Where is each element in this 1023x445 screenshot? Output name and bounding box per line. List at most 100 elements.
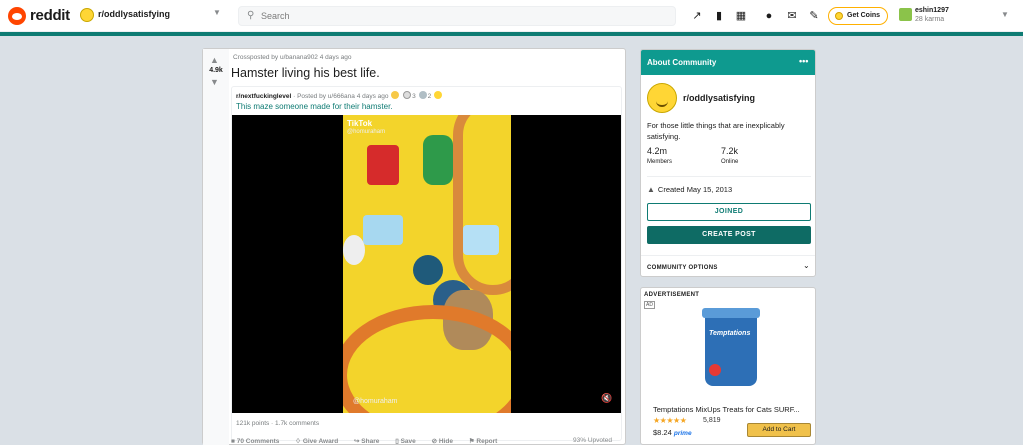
community-banner — [0, 32, 1023, 36]
award-icon — [391, 91, 400, 99]
product-lid — [702, 308, 760, 318]
bowl-rim — [343, 305, 511, 413]
bottle-cap — [413, 255, 443, 285]
award-icon — [434, 91, 442, 99]
original-caption[interactable]: This maze someone made for their hamster… — [236, 102, 393, 111]
created-date: ▲ Created May 15, 2013 — [647, 185, 733, 194]
rating-count: 5,819 — [703, 417, 721, 424]
save-button[interactable]: ▯ Save — [395, 438, 423, 445]
online-stat: 7.2k Online — [721, 146, 738, 165]
chart-icon[interactable]: ▮ — [712, 9, 726, 23]
create-post-button[interactable]: CREATE POST — [647, 226, 811, 244]
soda-can — [367, 145, 399, 185]
members-stat: 4.2m Members — [647, 146, 672, 165]
upvote-arrow-icon[interactable]: ▲ — [210, 55, 219, 65]
subreddit-selector[interactable]: r/oddlysatisfying ▼ — [78, 5, 228, 27]
reddit-logo-icon[interactable] — [8, 7, 26, 25]
members-label: Members — [647, 159, 673, 165]
tiktok-watermark: TikTok — [347, 119, 373, 128]
pencil-icon[interactable]: ✎ — [807, 9, 821, 23]
divider — [647, 176, 811, 177]
product-brand-logo: Temptations — [709, 330, 751, 337]
crosspost-embed[interactable]: r/nextfuckinglevel · Posted by u/666ana … — [231, 86, 622, 441]
trending-icon[interactable]: ↗ — [690, 9, 704, 23]
chat-icon[interactable]: ● — [762, 9, 776, 23]
community-avatar — [647, 83, 677, 113]
online-label: Online — [721, 159, 739, 165]
share-button[interactable]: ↪ Share — [354, 438, 386, 445]
video-player[interactable]: TikTok @homuraham @homuraham 🔇 — [232, 115, 621, 413]
user-menu[interactable]: eshin1297 28 karma ▼ — [897, 5, 1017, 27]
original-stats[interactable]: 121k points · 1.7k comments — [236, 420, 319, 427]
online-count: 7.2k — [721, 146, 739, 156]
search-input[interactable] — [261, 9, 661, 23]
subreddit-avatar-icon — [80, 8, 94, 22]
comments-button[interactable]: ■ 70 Comments — [231, 438, 286, 445]
ad-tag: AD — [644, 301, 655, 309]
post-title[interactable]: Hamster living his best life. — [231, 66, 380, 80]
get-coins-label: Get Coins — [847, 12, 881, 19]
upvote-ratio: 93% Upvoted — [573, 437, 613, 444]
chevron-down-icon[interactable]: ⌄ — [803, 261, 810, 270]
chevron-down-icon: ▼ — [213, 8, 221, 17]
user-avatar — [899, 8, 912, 21]
award-count: 3 — [412, 93, 416, 100]
crosspost-info: Crossposted by u/banana902 4 days ago — [233, 54, 352, 61]
post-score: 4.9k — [209, 67, 223, 74]
original-posted-by: · Posted by u/666ana 4 days ago — [293, 93, 389, 100]
karma-count: 28 karma — [915, 16, 945, 23]
about-heading: About Community — [647, 58, 717, 67]
joined-button[interactable]: JOINED — [647, 203, 811, 221]
community-name[interactable]: r/oddlysatisfying — [683, 93, 755, 103]
cake-icon: ▲ — [647, 185, 655, 194]
members-count: 4.2m — [647, 146, 668, 156]
star-rating-icon: ★★★★★ — [653, 416, 687, 425]
product-image[interactable]: Temptations — [702, 308, 760, 386]
get-coins-button[interactable]: Get Coins — [828, 7, 888, 25]
bottle — [423, 135, 453, 185]
video-frame: TikTok @homuraham @homuraham — [343, 115, 511, 413]
more-options-icon[interactable]: ••• — [799, 56, 808, 66]
top-header: reddit r/oddlysatisfying ▼ ⚲ ↗ ▮ ▦ ● ✉ ✎… — [0, 0, 1023, 32]
maze-wall — [453, 115, 511, 295]
community-description: For those little things that are inexpli… — [647, 121, 785, 141]
report-button[interactable]: ⚑ Report — [469, 438, 505, 445]
subreddit-selector-label: r/oddlysatisfying — [98, 9, 171, 19]
product-price: $8.24 prime — [653, 428, 692, 437]
mail-icon[interactable]: ✉ — [785, 9, 799, 23]
advertisement-widget: ADVERTISEMENT AD Temptations Temptations… — [640, 287, 816, 445]
chevron-down-icon: ▼ — [1001, 10, 1009, 19]
tiktok-handle-top: @homuraham — [347, 129, 386, 135]
username: eshin1297 — [915, 7, 949, 14]
community-options-toggle[interactable]: COMMUNITY OPTIONS — [647, 265, 718, 271]
original-post-meta: r/nextfuckinglevel · Posted by u/666ana … — [236, 91, 443, 100]
search-bar[interactable]: ⚲ — [238, 6, 676, 26]
post-card[interactable]: ▲ 4.9k ▼ Crossposted by u/banana902 4 da… — [202, 48, 626, 445]
mute-icon[interactable]: 🔇 — [601, 393, 612, 404]
sponge-block — [363, 215, 403, 245]
post-actions: ■ 70 Comments ♢ Give Award ↪ Share ▯ Sav… — [231, 437, 511, 445]
give-award-button[interactable]: ♢ Give Award — [295, 438, 345, 445]
coin-icon — [835, 12, 843, 20]
logo-text[interactable]: reddit — [30, 7, 70, 24]
search-icon: ⚲ — [247, 10, 255, 21]
hide-button[interactable]: ⊘ Hide — [432, 438, 460, 445]
award-count: 2 — [427, 93, 432, 100]
product-badge — [709, 364, 721, 376]
bottle-end — [343, 235, 365, 265]
award-icon — [418, 91, 427, 99]
advertisement-label: ADVERTISEMENT — [644, 292, 700, 298]
original-subreddit-link[interactable]: r/nextfuckinglevel — [236, 93, 291, 100]
tiktok-handle-bottom: @homuraham — [353, 398, 398, 405]
about-header: About Community ••• — [641, 50, 815, 75]
add-to-cart-button[interactable]: Add to Cart — [747, 423, 811, 437]
vote-column: ▲ 4.9k ▼ — [203, 49, 229, 445]
award-icon — [403, 91, 412, 99]
about-community-widget: About Community ••• r/oddlysatisfying Fo… — [640, 49, 816, 277]
product-title[interactable]: Temptations MixUps Treats for Cats SURF.… — [653, 405, 813, 414]
divider — [641, 255, 815, 256]
prime-badge: prime — [673, 430, 692, 437]
qr-icon[interactable]: ▦ — [734, 9, 748, 23]
downvote-arrow-icon[interactable]: ▼ — [210, 77, 219, 87]
sponge-block — [463, 225, 499, 255]
